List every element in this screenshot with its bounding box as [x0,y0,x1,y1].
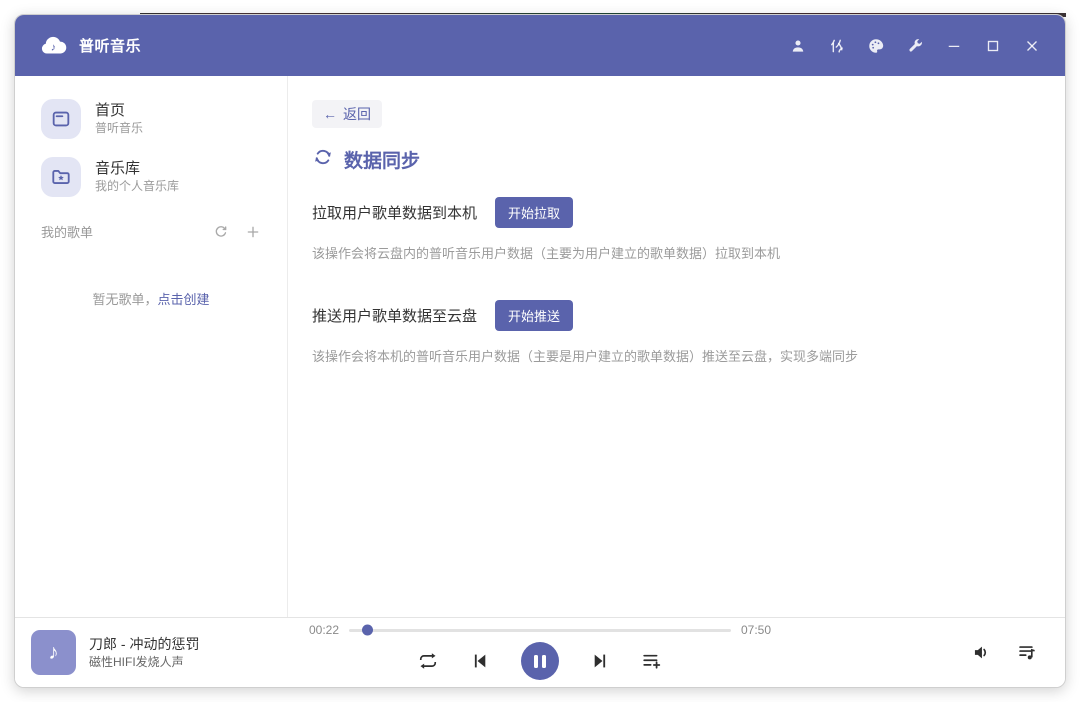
home-icon [41,99,81,139]
back-button[interactable]: ← 返回 [312,100,382,128]
push-section-description: 该操作会将本机的普听音乐用户数据（主要是用户建立的歌单数据）推送至云盘，实现多端… [312,346,1041,365]
app-window: ♪ 普听音乐 [14,14,1066,688]
theme-icon[interactable] [866,36,885,55]
cloud-music-logo: ♪ [39,32,67,60]
total-time: 07:50 [741,623,771,637]
current-time: 00:22 [309,623,339,637]
sidebar-item-home[interactable]: 首页 普听音乐 [15,90,287,148]
add-to-playlist-icon[interactable] [641,650,663,672]
sidebar-item-label: 音乐库 [95,160,179,179]
my-playlists-label: 我的歌单 [41,222,93,241]
progress-thumb[interactable] [362,625,373,636]
close-icon[interactable] [1022,36,1041,55]
library-icon [41,157,81,197]
playlist-icon[interactable] [1017,642,1039,664]
song-title: 刀郎 - 冲动的惩罚 [89,635,199,654]
pause-button[interactable] [521,642,559,680]
main-content: ← 返回 数据同步 拉取用 [288,76,1065,617]
playlists-empty-state: 暂无歌单，点击创建 [15,289,287,308]
previous-track-icon[interactable] [469,650,491,672]
sidebar-item-sublabel: 我的个人音乐库 [95,179,179,195]
user-icon[interactable] [788,36,807,55]
start-push-button[interactable]: 开始推送 [495,300,573,331]
pull-section: 拉取用户歌单数据到本机 开始拉取 该操作会将云盘内的普听音乐用户数据（主要为用户… [312,197,1041,262]
loop-icon[interactable] [417,650,439,672]
lyrics-icon[interactable] [827,36,846,55]
maximize-icon[interactable] [983,36,1002,55]
progress-bar[interactable] [349,629,731,632]
sidebar: 首页 普听音乐 音乐库 我的个人音乐库 我的歌单 [15,76,288,617]
app-title: 普听音乐 [79,35,141,56]
sidebar-item-sublabel: 普听音乐 [95,121,143,137]
page-title: 数据同步 [344,146,420,173]
logo-note-glyph: ♪ [51,41,56,53]
sidebar-item-label: 首页 [95,102,143,121]
create-playlist-link[interactable]: 点击创建 [158,292,210,307]
settings-icon[interactable] [905,36,924,55]
titlebar: ♪ 普听音乐 [15,15,1065,76]
refresh-icon[interactable] [213,224,229,240]
empty-text: 暂无歌单， [92,292,157,307]
push-section-label: 推送用户歌单数据至云盘 [312,305,477,326]
sync-icon [312,146,334,173]
my-playlists-header: 我的歌单 [15,222,287,241]
pull-section-label: 拉取用户歌单数据到本机 [312,202,477,223]
back-arrow-icon: ← [323,106,337,122]
song-subtitle: 磁性HIFI发烧人声 [89,654,199,670]
start-pull-button[interactable]: 开始拉取 [495,197,573,228]
note-glyph: ♪ [48,641,59,665]
player-bar: ♪ 刀郎 - 冲动的惩罚 磁性HIFI发烧人声 00:22 07:50 [15,617,1065,687]
volume-icon[interactable] [971,642,993,664]
pull-section-description: 该操作会将云盘内的普听音乐用户数据（主要为用户建立的歌单数据）拉取到本机 [312,243,1041,262]
sidebar-item-library[interactable]: 音乐库 我的个人音乐库 [15,148,287,206]
push-section: 推送用户歌单数据至云盘 开始推送 该操作会将本机的普听音乐用户数据（主要是用户建… [312,300,1041,365]
minimize-icon[interactable] [944,36,963,55]
add-playlist-icon[interactable] [245,224,261,240]
next-track-icon[interactable] [589,650,611,672]
album-art: ♪ [31,630,76,675]
now-playing: ♪ 刀郎 - 冲动的惩罚 磁性HIFI发烧人声 [31,630,199,675]
